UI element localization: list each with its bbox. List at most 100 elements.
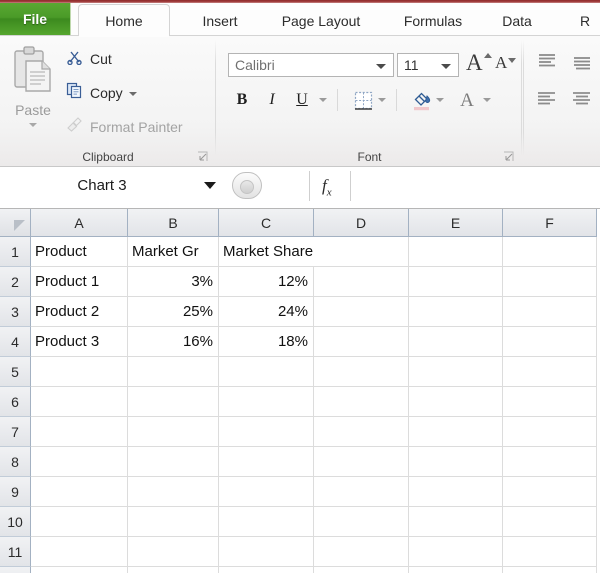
cell-B7[interactable] (128, 417, 219, 447)
cell-F4[interactable] (503, 327, 597, 357)
cell-E12[interactable] (409, 567, 503, 573)
cell-F9[interactable] (503, 477, 597, 507)
cell-F5[interactable] (503, 357, 597, 387)
font-size-input[interactable]: 11 (397, 53, 459, 77)
align-middle-icon[interactable] (570, 55, 594, 77)
row-header-6[interactable]: 6 (0, 387, 31, 417)
cell-C1[interactable]: Market Share (219, 237, 314, 267)
cell-F10[interactable] (503, 507, 597, 537)
clipboard-dialog-launcher-icon[interactable] (197, 151, 209, 163)
font-name-input[interactable]: Calibri (228, 53, 394, 77)
cell-D3[interactable] (314, 297, 409, 327)
paste-button[interactable]: Paste (5, 42, 61, 142)
column-header-F[interactable]: F (503, 209, 597, 237)
fill-color-icon[interactable] (410, 88, 434, 112)
cell-F8[interactable] (503, 447, 597, 477)
cell-E2[interactable] (409, 267, 503, 297)
column-header-D[interactable]: D (314, 209, 409, 237)
cell-D8[interactable] (314, 447, 409, 477)
borders-dropdown-caret-icon[interactable] (378, 98, 386, 102)
cell-F6[interactable] (503, 387, 597, 417)
cell-E1[interactable] (409, 237, 503, 267)
cell-D9[interactable] (314, 477, 409, 507)
cell-E11[interactable] (409, 537, 503, 567)
row-header-12[interactable]: 12 (0, 567, 31, 573)
borders-icon[interactable] (351, 88, 375, 112)
tab-r[interactable]: R (570, 6, 600, 36)
align-top-icon[interactable] (535, 52, 559, 74)
cell-A8[interactable] (31, 447, 128, 477)
chevron-down-icon[interactable] (204, 182, 216, 189)
underline-dropdown-caret-icon[interactable] (319, 98, 327, 102)
row-header-7[interactable]: 7 (0, 417, 31, 447)
align-left-icon[interactable] (535, 90, 559, 112)
cell-B10[interactable] (128, 507, 219, 537)
row-header-2[interactable]: 2 (0, 267, 31, 297)
formula-input[interactable] (352, 169, 600, 202)
cell-A11[interactable] (31, 537, 128, 567)
font-color-icon[interactable]: A (455, 88, 479, 112)
cell-E3[interactable] (409, 297, 503, 327)
cell-B3[interactable]: 25% (128, 297, 219, 327)
align-center-icon[interactable] (570, 90, 594, 112)
cell-F12[interactable] (503, 567, 597, 573)
cell-D12[interactable] (314, 567, 409, 573)
cell-A12[interactable] (31, 567, 128, 573)
cell-B6[interactable] (128, 387, 219, 417)
cell-C11[interactable] (219, 537, 314, 567)
row-header-3[interactable]: 3 (0, 297, 31, 327)
cell-C5[interactable] (219, 357, 314, 387)
cell-E7[interactable] (409, 417, 503, 447)
cell-D6[interactable] (314, 387, 409, 417)
cell-D7[interactable] (314, 417, 409, 447)
copy-button[interactable]: Copy (66, 80, 137, 105)
cell-F11[interactable] (503, 537, 597, 567)
tab-page-layout[interactable]: Page Layout (262, 6, 380, 36)
cell-D2[interactable] (314, 267, 409, 297)
tab-file[interactable]: File (0, 3, 71, 35)
font-dialog-launcher-icon[interactable] (503, 151, 515, 163)
fill-color-dropdown-caret-icon[interactable] (436, 98, 444, 102)
cell-A1[interactable]: Product (31, 237, 128, 267)
cell-E6[interactable] (409, 387, 503, 417)
cell-C7[interactable] (219, 417, 314, 447)
row-header-5[interactable]: 5 (0, 357, 31, 387)
underline-button[interactable]: U (290, 88, 314, 112)
cell-A7[interactable] (31, 417, 128, 447)
cell-E9[interactable] (409, 477, 503, 507)
font-color-dropdown-caret-icon[interactable] (483, 98, 491, 102)
cell-A5[interactable] (31, 357, 128, 387)
cell-D4[interactable] (314, 327, 409, 357)
cell-B8[interactable] (128, 447, 219, 477)
cell-F7[interactable] (503, 417, 597, 447)
format-painter-button[interactable]: Format Painter (66, 114, 183, 139)
formula-bar-grip-icon[interactable] (232, 172, 262, 199)
cell-C2[interactable]: 12% (219, 267, 314, 297)
cell-A6[interactable] (31, 387, 128, 417)
name-box[interactable]: Chart 3 (0, 169, 229, 202)
cell-D5[interactable] (314, 357, 409, 387)
cell-A10[interactable] (31, 507, 128, 537)
cell-F2[interactable] (503, 267, 597, 297)
cell-B1[interactable]: Market Gr (128, 237, 219, 267)
column-header-C[interactable]: C (219, 209, 314, 237)
cell-A9[interactable] (31, 477, 128, 507)
cell-C12[interactable] (219, 567, 314, 573)
cell-D1[interactable] (314, 237, 409, 267)
cell-C6[interactable] (219, 387, 314, 417)
paste-dropdown-caret-icon[interactable] (29, 123, 37, 127)
cell-A4[interactable]: Product 3 (31, 327, 128, 357)
cell-C3[interactable]: 24% (219, 297, 314, 327)
cell-B9[interactable] (128, 477, 219, 507)
cell-D10[interactable] (314, 507, 409, 537)
cell-B11[interactable] (128, 537, 219, 567)
row-header-4[interactable]: 4 (0, 327, 31, 357)
tab-formulas[interactable]: Formulas (388, 6, 478, 36)
cell-D11[interactable] (314, 537, 409, 567)
font-name-caret-icon[interactable] (376, 64, 386, 69)
cell-E8[interactable] (409, 447, 503, 477)
bold-button[interactable]: B (230, 88, 254, 112)
copy-dropdown-caret-icon[interactable] (128, 92, 137, 96)
cell-C10[interactable] (219, 507, 314, 537)
italic-button[interactable]: I (260, 88, 284, 112)
